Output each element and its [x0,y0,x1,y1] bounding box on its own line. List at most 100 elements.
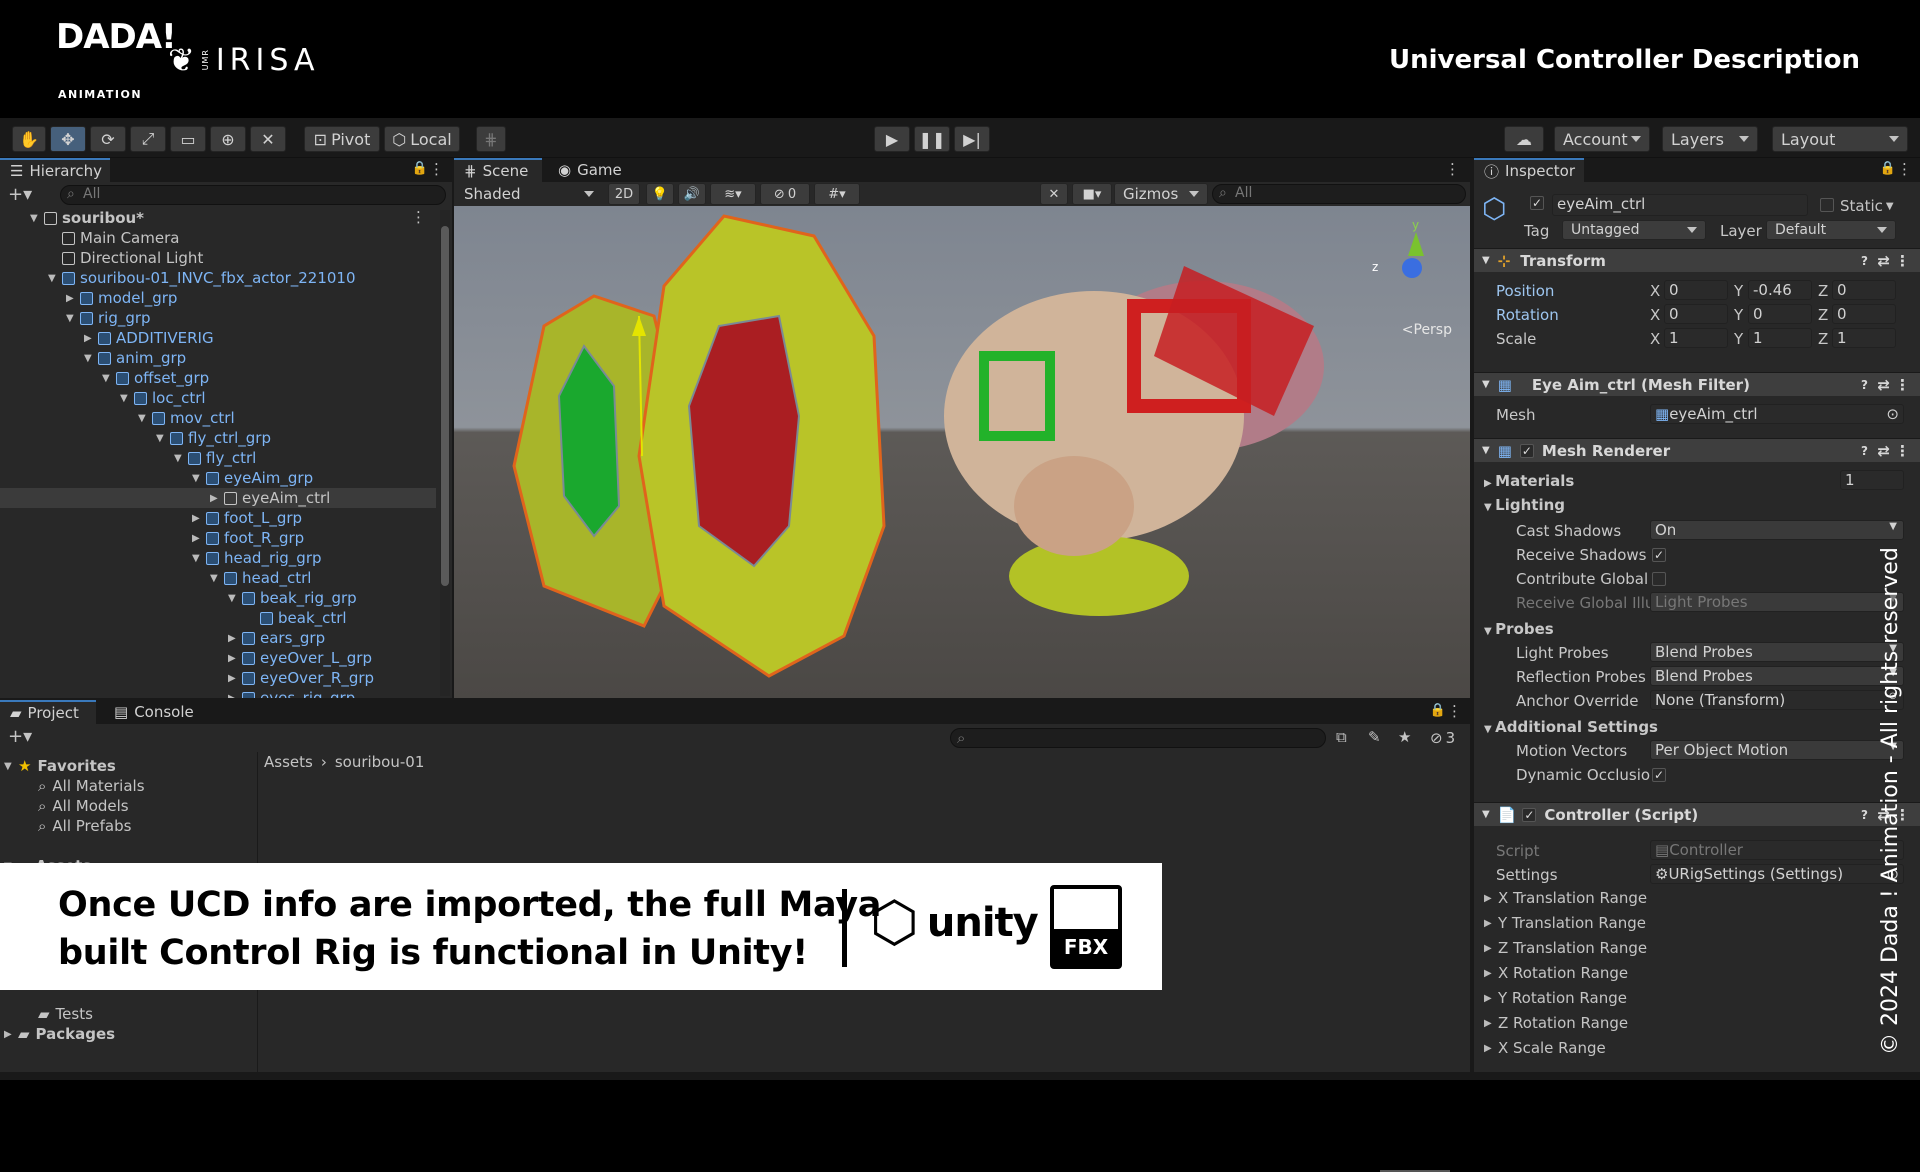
hierarchy-row[interactable]: ▼ souribou-01_INVC_fbx_actor_221010 [0,268,436,288]
fold-arrow-icon[interactable]: ▼ [174,453,188,464]
breadcrumb-child[interactable]: souribou-01 [335,753,425,771]
renderer-motion-vectors-dropdown[interactable]: Per Object Motion ▼ [1650,740,1904,760]
controller-range-row[interactable]: ▶ Y Translation Range [1484,913,1646,933]
hierarchy-row[interactable]: ▶ foot_R_grp [0,528,436,548]
audio-toggle[interactable]: 🔊 [678,183,706,205]
hierarchy-search-input[interactable]: ⌕ All [60,185,446,205]
fold-arrow-icon[interactable]: ▶ [228,693,242,699]
transform-rot-y-field[interactable]: 0 [1748,304,1812,324]
fold-arrow-icon[interactable]: ▶ [66,293,80,304]
hierarchy-row[interactable]: ▼ loc_ctrl [0,388,436,408]
hierarchy-scroll-thumb[interactable] [441,226,449,586]
renderer-probes-label[interactable]: ▼ Probes [1484,620,1554,638]
layer-dropdown[interactable]: Default [1766,220,1896,240]
transform-rot-x-field[interactable]: 0 [1664,304,1728,324]
mesh-filter-menu-icon[interactable]: ⋮ [1895,376,1910,394]
controller-header[interactable]: ▼ 📄 ✓ Controller (Script) ? ⇄ ⋮ [1474,802,1920,826]
tab-project[interactable]: ▰ Project [0,700,96,724]
kebab-menu-icon[interactable]: ⋮ [429,160,444,178]
mesh-renderer-preset-icon[interactable]: ⇄ [1877,442,1890,460]
gizmos-dropdown[interactable]: Gizmos [1114,183,1208,205]
fold-arrow-icon[interactable]: ▶ [210,493,224,504]
filter-type-icon[interactable]: ⧉ [1336,728,1347,746]
hierarchy-scrollbar[interactable] [440,210,450,696]
step-button[interactable]: ▶| [954,126,990,152]
fold-arrow-icon[interactable]: ▼ [30,213,44,224]
pause-button[interactable]: ❚❚ [914,126,950,152]
hidden-objects-toggle[interactable]: ⊘ 0 [760,183,810,205]
transform-header[interactable]: ▼ ⊹ Transform ? ⇄ ⋮ [1474,248,1920,272]
rotate-tool-button[interactable]: ⟳ [90,126,126,152]
tab-scene[interactable]: ⋕ Scene [454,158,542,182]
hierarchy-row[interactable]: ▶ foot_L_grp [0,508,436,528]
hierarchy-row[interactable]: ▼ head_rig_grp [0,548,436,568]
tab-game[interactable]: ◉ Game [548,158,628,182]
hand-tool-button[interactable]: ✋ [12,126,46,152]
fold-arrow-icon[interactable]: ▼ [1484,724,1495,735]
active-checkbox[interactable]: ✓ [1530,196,1544,210]
lighting-toggle[interactable]: 💡 [646,183,674,205]
controller-range-row[interactable]: ▶ Z Rotation Range [1484,1013,1628,1033]
fold-arrow-icon[interactable]: ▶ [228,653,242,664]
play-button[interactable]: ▶ [874,126,910,152]
fold-arrow-icon[interactable]: ▼ [84,353,98,364]
scene-row-menu-icon[interactable]: ⋮ [411,208,426,226]
hierarchy-row[interactable]: ▶ eyeOver_R_grp [0,668,436,688]
lock-icon[interactable]: 🔒 [412,161,428,176]
custom-tool-button[interactable]: ✕ [250,126,286,152]
controller-range-row[interactable]: ▶ X Translation Range [1484,888,1647,908]
mesh-renderer-enabled-checkbox[interactable]: ✓ [1519,443,1534,458]
controller-range-row[interactable]: ▶ X Scale Range [1484,1038,1606,1058]
project-search-input[interactable]: ⌕ [950,728,1326,748]
fold-arrow-icon[interactable]: ▶ [1484,478,1495,489]
shading-mode-dropdown[interactable]: Shaded [456,183,602,205]
transform-scale-y-field[interactable]: 1 [1748,328,1812,348]
hierarchy-row[interactable]: ▼ fly_ctrl_grp [0,428,436,448]
static-checkbox[interactable] [1820,198,1834,212]
controller-range-row[interactable]: ▶ X Rotation Range [1484,963,1628,983]
hierarchy-row[interactable]: beak_ctrl [0,608,436,628]
local-toggle[interactable]: ⬡ Local [384,126,460,152]
inspector-kebab-icon[interactable]: ⋮ [1897,160,1912,178]
fold-arrow-icon[interactable]: ▼ [192,553,206,564]
filter-label-icon[interactable]: ✎ [1368,728,1381,746]
layers-dropdown[interactable]: Layers [1662,126,1758,152]
fold-arrow-icon[interactable]: ▶ [84,333,98,344]
effects-dropdown[interactable]: ≋▾ [710,183,756,205]
hierarchy-row[interactable]: ▼ beak_rig_grp [0,588,436,608]
renderer-receive-shadows-checkbox[interactable]: ✓ [1652,548,1666,562]
tests-row[interactable]: ▰ Tests [38,1004,93,1024]
cloud-button[interactable]: ☁ [1504,126,1544,152]
project-lock-icon[interactable]: 🔒 [1430,703,1446,718]
fold-arrow-icon[interactable]: ▼ [66,313,80,324]
hierarchy-row[interactable]: ▶ ears_grp [0,628,436,648]
hierarchy-row[interactable]: Directional Light [0,248,436,268]
packages-row[interactable]: ▶ ▰ Packages [4,1024,115,1044]
fold-arrow-icon[interactable]: ▼ [210,573,224,584]
tools-settings-button[interactable]: ✕ [1040,183,1068,205]
scene-viewport[interactable]: y z <Persp [454,206,1470,698]
mesh-filter-preset-icon[interactable]: ⇄ [1877,376,1890,394]
fold-arrow-icon[interactable]: ▼ [102,373,116,384]
renderer-additional-label[interactable]: ▼ Additional Settings [1484,718,1658,736]
transform-pos-y-field[interactable]: -0.46 [1748,280,1812,300]
transform-tool-button[interactable]: ⊕ [210,126,246,152]
breadcrumb-root[interactable]: Assets [264,753,313,771]
transform-pos-x-field[interactable]: 0 [1664,280,1728,300]
renderer-dynamic-occlusion-checkbox[interactable]: ✓ [1652,768,1666,782]
tab-hierarchy[interactable]: ☰ Hierarchy [0,158,110,182]
hierarchy-row[interactable]: ▶ ADDITIVERIG [0,328,436,348]
favorite-item[interactable]: ⌕ All Materials [38,776,145,796]
hierarchy-row[interactable]: ▼ mov_ctrl [0,408,436,428]
favorite-star-icon[interactable]: ★ [1398,728,1411,746]
fold-arrow-icon[interactable]: ▼ [192,473,206,484]
grid-snap-button[interactable]: ⋕ [476,126,506,152]
controller-range-row[interactable]: ▶ Y Rotation Range [1484,988,1627,1008]
renderer-light-probes-dropdown[interactable]: Blend Probes ▼ [1650,642,1904,662]
transform-scale-x-field[interactable]: 1 [1664,328,1728,348]
hierarchy-row[interactable]: ▼ offset_grp [0,368,436,388]
favorites-row[interactable]: ▼ ★ Favorites [4,756,116,776]
object-name-field[interactable]: eyeAim_ctrl [1552,194,1808,216]
controller-range-row[interactable]: ▶ Z Translation Range [1484,938,1647,958]
fold-arrow-icon[interactable]: ▼ [138,413,152,424]
